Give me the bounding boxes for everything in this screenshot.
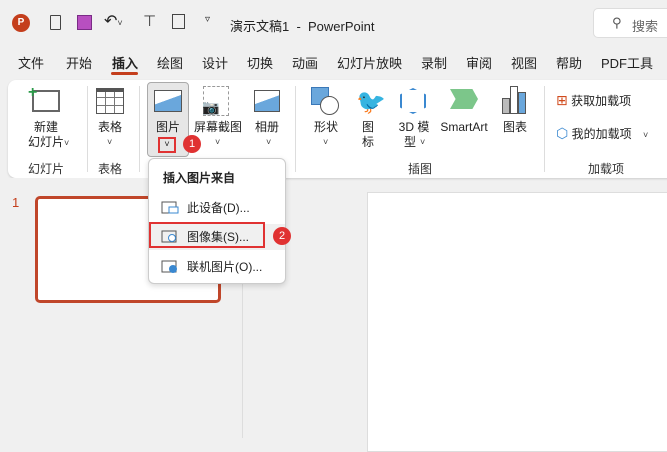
chevron-down-icon[interactable]: ˅ [64,138,69,148]
this-device-icon [161,201,179,214]
chart-button[interactable]: 图表 [498,120,532,135]
tab-pdf-tools[interactable]: PDF工具 [601,53,653,72]
menu-item-online-pictures[interactable]: 联机图片(O)... [149,254,285,280]
insert-picture-menu: 插入图片来自 此设备(D)... 图像集(S)... 联机图片(O)... [148,158,286,284]
my-addins-button[interactable]: ⬡ 我的加载项 ˅ [556,125,648,142]
table-button[interactable]: 表格 [92,120,128,135]
my-addins-label: 我的加载项 [571,127,632,141]
step-badge-1: 1 [183,135,201,153]
document-title: 演示文稿1 - PowerPoint [230,19,375,34]
chart-icon [502,86,526,114]
divider [139,86,140,172]
group-label-tables: 表格 [98,162,123,176]
menu-item-label: 此设备(D)... [187,201,250,215]
picture-label: 图片 [155,120,180,134]
shapes-icon [311,87,339,117]
icons-icon: 🐦 [356,89,386,116]
icons-button[interactable]: 图 [360,120,376,135]
chevron-down-icon[interactable]: ˅ [643,130,648,140]
undo-icon[interactable]: ↶˅ [104,11,123,31]
customize-qat-icon[interactable]: ▿ [205,14,210,25]
tab-record[interactable]: 录制 [421,53,447,72]
tab-review[interactable]: 审阅 [466,53,492,72]
smartart-button[interactable]: SmartArt [436,120,492,135]
menu-header: 插入图片来自 [163,171,236,185]
group-label-addins: 加载项 [588,162,625,176]
screenshot-icon: 📷 [202,86,229,116]
menu-item-this-device[interactable]: 此设备(D)... [149,195,285,221]
search-box[interactable]: ⚲ 搜索 [593,8,667,38]
get-addins-label: 获取加载项 [571,94,632,108]
step-badge-2: 2 [273,227,291,245]
tab-draw[interactable]: 绘图 [157,53,183,72]
tab-insert[interactable]: 插入 [112,53,138,72]
3d-models-button[interactable]: 3D 模 [394,120,434,135]
group-label-slides: 幻灯片 [28,162,65,176]
icons-button-line2: 标 [361,135,374,149]
table-icon [96,88,124,114]
picture-icon [154,90,182,112]
powerpoint-logo-icon: P [12,14,30,32]
shapes-button[interactable]: 形状 [308,120,344,135]
chevron-down-icon[interactable]: ˅ [420,137,425,147]
divider [87,86,88,172]
active-tab-underline [111,72,138,75]
tab-file[interactable]: 文件 [18,53,44,72]
search-icon: ⚲ [612,15,622,30]
tab-home[interactable]: 开始 [66,53,92,72]
3d-models-line2: 型 [403,135,416,149]
slide-canvas[interactable] [367,192,667,452]
save-icon[interactable] [77,15,92,30]
search-placeholder: 搜索 [632,19,659,34]
chevron-down-icon[interactable]: ˅ [266,137,271,147]
chevron-down-icon[interactable]: ˅ [215,137,220,147]
screenshot-button[interactable]: 屏幕截图 [192,120,244,135]
divider [295,86,296,172]
photo-album-button[interactable]: 相册 [248,120,286,135]
present-icon[interactable]: ⊤ [143,12,156,30]
tab-view[interactable]: 视图 [511,53,537,72]
group-label-illustrations: 插图 [408,162,433,176]
menu-item-label: 联机图片(O)... [187,260,263,274]
photo-album-icon [254,90,280,112]
chevron-down-icon[interactable]: ˅ [323,137,328,147]
tab-design[interactable]: 设计 [202,53,228,72]
my-addins-icon: ⬡ [556,125,569,141]
get-addins-icon: ⊞ [556,92,568,108]
get-addins-button[interactable]: ⊞ 获取加载项 [556,92,631,109]
new-slide-icon: + [28,84,60,112]
divider [544,86,545,172]
picture-dropdown-chevron-icon[interactable]: ˅ [158,137,176,153]
slide-number: 1 [12,195,20,210]
tab-transitions[interactable]: 切换 [247,53,273,72]
tab-slideshow[interactable]: 幻灯片放映 [337,53,402,72]
title-bar: P ↶˅ ⊤ ▿ 演示文稿1 - PowerPoint ⚲ 搜索 [0,0,667,46]
new-file-icon[interactable] [50,15,61,30]
highlight-box [149,222,265,248]
online-pictures-icon [161,260,177,273]
tab-help[interactable]: 帮助 [556,53,582,72]
tab-animations[interactable]: 动画 [292,53,318,72]
touch-mode-icon[interactable] [172,14,185,29]
chevron-down-icon[interactable]: ˅ [107,137,112,147]
